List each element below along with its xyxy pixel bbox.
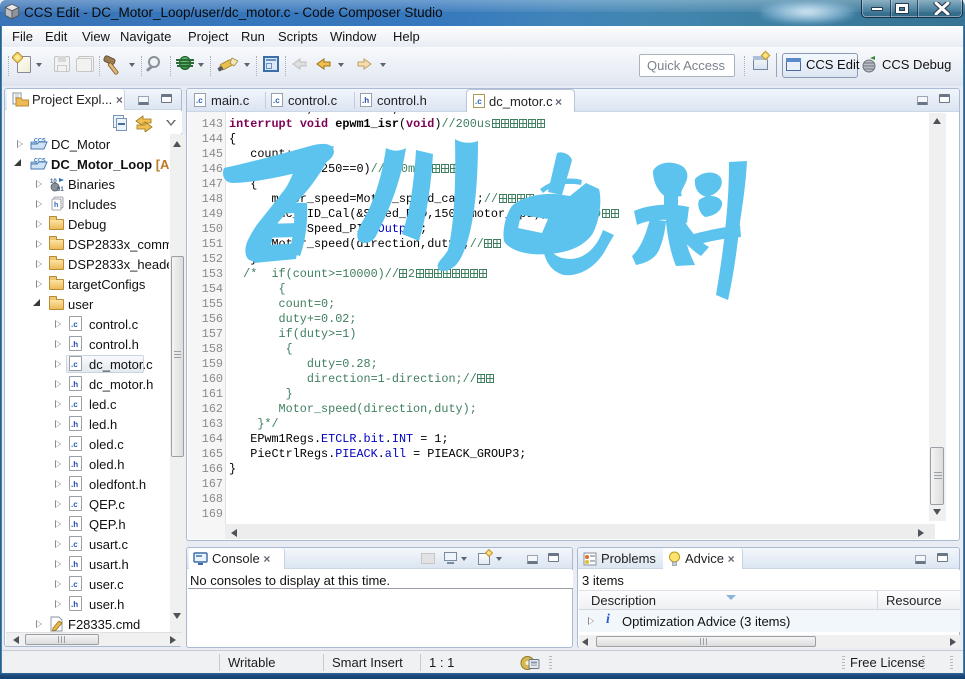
svg-text:01: 01	[57, 187, 64, 192]
svg-text:h: h	[54, 202, 58, 209]
